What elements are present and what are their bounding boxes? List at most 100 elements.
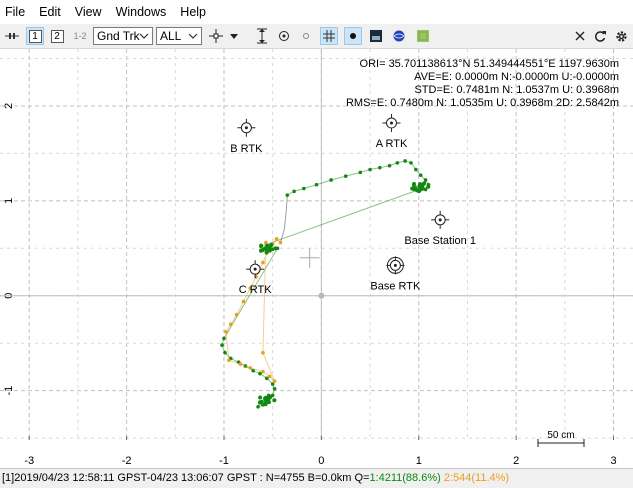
station-marker-dot [393,263,397,267]
close-icon[interactable] [573,26,587,46]
menu-bar: File Edit View Windows Help [0,0,633,24]
track-point [278,240,283,245]
track-point [229,322,233,327]
map-icon[interactable] [415,26,431,46]
track-point [403,159,407,163]
x-tick-label: -1 [219,455,229,467]
track-point [248,366,253,370]
track-point-cluster [259,399,264,404]
track-point [224,330,228,334]
track-point-cluster [413,186,418,191]
solution-1-2-button[interactable]: 1-2 [70,26,90,46]
track-point [285,193,290,197]
menu-help[interactable]: Help [173,0,213,24]
track-point-cluster [267,244,272,249]
show-points-button[interactable] [344,27,362,45]
track-point-cluster [426,184,431,189]
track-point [256,404,260,409]
menu-windows[interactable]: Windows [109,0,174,24]
y-tick-label: 1 [3,198,15,204]
station-label: Base Station 1 [404,235,476,247]
center-origin-icon[interactable] [208,26,224,46]
average-readout: AVE=E: 0.0000m N:-0.0000m U:-0.0000m [414,71,619,83]
station-label: B RTK [230,143,263,155]
track-point [292,189,296,194]
station-marker-dot [253,267,257,271]
plot-canvas: -3 -2 -1 0 1 2 3-1012B RTK A RTKBase Station 1C… [0,49,633,467]
x-tick-label: -3 [24,455,34,467]
track-point [409,161,413,165]
track-point [222,336,226,341]
x-tick-label: -2 [122,455,132,467]
track-point-cluster [411,181,416,186]
track-point [267,374,272,379]
track-point-cluster [272,398,277,403]
track-point [220,343,224,347]
std-readout: STD=E: 0.7481m N: 1.0537m U: 0.3968m [414,84,619,96]
track-point [368,167,372,172]
plot-type-select[interactable]: Gnd Trk [93,27,153,45]
track-point [418,173,423,178]
station-label: Base RTK [370,280,421,292]
fit-vertical-icon[interactable] [254,26,270,46]
quality-filter-select[interactable]: ALL [156,27,202,45]
track-point-cluster [260,248,265,253]
track-point [261,260,265,265]
center-marker-icon[interactable] [276,26,292,46]
image-icon[interactable] [368,26,384,46]
station-label: A RTK [376,138,408,150]
status-float-count: 2:544(11.4%) [443,472,510,484]
x-tick-label: 0 [318,455,324,467]
track-point-cluster [264,248,269,253]
track-point-cluster [264,400,269,405]
track-point [274,237,279,241]
connect-icon[interactable] [4,26,20,46]
menu-file[interactable]: File [0,0,32,24]
track-point [414,167,418,172]
point-icon[interactable] [298,26,314,46]
track-point [395,161,400,165]
track-point [272,379,277,383]
track-point [329,178,333,182]
track-point [261,350,265,355]
chevron-down-icon [188,30,198,45]
track-point [272,386,277,391]
refresh-icon[interactable] [593,26,607,46]
track-point [234,312,239,317]
y-tick-label: -1 [3,386,15,396]
rms-readout: RMS=E: 0.7480m N: 1.0535m U: 0.3968m 2D:… [345,97,619,109]
track-point-cluster [420,182,425,187]
ground-track-plot[interactable]: -3 -2 -1 0 1 2 3 -1 0 1 2 B RTK A RTK Base Station 1C… [0,49,633,468]
track-point [223,350,227,355]
track-point [423,178,428,182]
status-text: [1]2019/04/23 12:58:11 GPST-04/23 13:06:… [2,472,370,484]
grid-toggle-button[interactable] [320,27,338,45]
track-point [238,362,243,366]
track-point-cluster [273,246,278,251]
station-marker-dot [244,126,248,130]
dropdown-arrow-icon[interactable] [228,26,240,46]
scale-bar-label: 50 cm [547,430,574,441]
track-gap-line [279,195,288,243]
track-point-cluster [267,396,272,401]
track-point [241,299,246,304]
chevron-down-icon [139,30,149,45]
x-tick-label: 3 [610,455,616,467]
origin-readout: ORI= 35.701138613°N 51.349444551°E 1197.… [359,58,619,70]
origin-point [318,292,325,299]
track-point-cluster [417,187,422,192]
track-point [302,186,306,191]
solution-1-button[interactable]: 1 [26,27,44,45]
globe-icon[interactable] [391,26,407,46]
track-point [343,174,348,178]
station-marker-dot [389,121,393,125]
gear-icon[interactable] [614,26,628,46]
track-point-cluster [259,243,264,248]
menu-edit[interactable]: Edit [32,0,68,24]
station-label: C RTK [239,284,272,296]
solution-2-button[interactable]: 2 [48,27,66,45]
track-point [261,369,265,374]
status-fix-count: 1:4211(88.6%) [369,472,441,484]
x-tick-label: 1 [416,455,422,467]
menu-view[interactable]: View [68,0,109,24]
